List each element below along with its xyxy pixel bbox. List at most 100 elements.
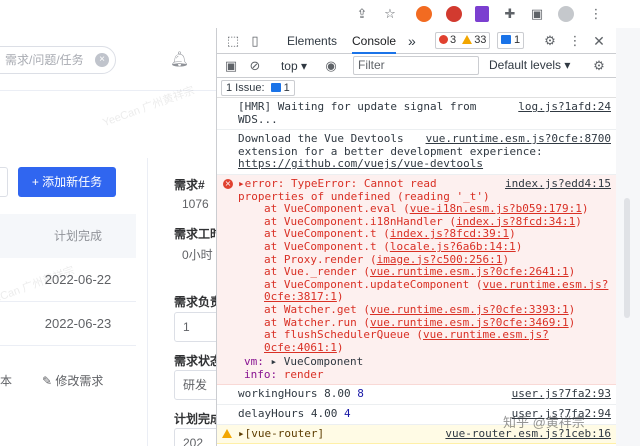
- log-message: log.js?1afd:24 [HMR] Waiting for update …: [217, 98, 616, 131]
- source-link[interactable]: user.js?7fa2:93: [512, 388, 611, 401]
- filter-placeholder: Filter: [358, 58, 385, 72]
- console-toolbar: ▣ ⊘ top ▾ ◉ Filter Default levels ▾ ⚙: [217, 54, 616, 78]
- issue-icon: [501, 35, 511, 44]
- filter-input[interactable]: Filter: [353, 56, 479, 75]
- bottom-left-text: 本: [0, 374, 13, 388]
- log-message: vue.runtime.esm.js?0cfe:8700 Download th…: [217, 130, 616, 175]
- sidebar-toggle-icon[interactable]: ▣: [223, 58, 239, 74]
- source-link[interactable]: log.js?1afd:24: [518, 100, 611, 114]
- stack-frame-fn: at Proxy.render: [264, 252, 364, 266]
- warning-icon: [462, 35, 473, 44]
- issues-link[interactable]: 1 Issue: 1: [221, 80, 295, 96]
- error-icon: [439, 35, 448, 44]
- extension-purple-icon[interactable]: [472, 4, 492, 24]
- context-selector[interactable]: top ▾: [277, 58, 311, 74]
- status-select[interactable]: 研发: [174, 370, 216, 400]
- stack-frame-fn: at Vue._render: [264, 265, 357, 279]
- log-number: 4: [343, 407, 351, 421]
- levels-dropdown[interactable]: Default levels ▾: [489, 58, 570, 72]
- stack-frame-link[interactable]: vue.runtime.esm.js?0cfe:3393:1: [370, 303, 569, 316]
- stack-frame-link[interactable]: vue-i18n.esm.js?b059:179:1: [410, 202, 582, 215]
- issue-icon: [270, 83, 281, 92]
- extension-red-icon[interactable]: [444, 4, 464, 24]
- browser-toolbar: ⇪ ☆ ✚ ▣ ⋮: [0, 0, 640, 28]
- clear-icon[interactable]: ×: [95, 53, 109, 67]
- table-row[interactable]: 2022-06-23: [0, 302, 136, 346]
- stack-frame-link[interactable]: vue.runtime.esm.js?0cfe:3469:1: [370, 316, 569, 329]
- field-label: 需求工时: [174, 227, 216, 241]
- clear-console-icon[interactable]: ⊘: [247, 58, 263, 74]
- tab-console[interactable]: Console: [352, 28, 397, 54]
- edit-requirement-button[interactable]: ✎ 修改需求: [42, 372, 103, 389]
- web-app: 需求/问题/任务 × 🔔︎ YeeCan 广州黄祥宗 YeeCan 广州黄祥宗 …: [0, 28, 216, 446]
- field-label: 需求负责: [174, 295, 216, 309]
- devtools-panel: ⬚ ▯ Elements Console » 3 33 1 ⚙ ⋮ ✕ ▣ ⊘ …: [216, 28, 616, 446]
- edit-requirement-label: 修改需求: [55, 374, 104, 388]
- console-settings-icon[interactable]: ⚙: [591, 58, 607, 74]
- log-text: workingHours 8.00: [238, 387, 351, 401]
- field-label: 需求#: [174, 178, 205, 192]
- scrollbar-thumb[interactable]: [624, 198, 630, 318]
- error-count: 3: [450, 34, 457, 46]
- log-text: delayHours 4.00: [238, 407, 338, 421]
- source-link[interactable]: index.js?edd4:15: [505, 177, 611, 191]
- more-tabs-icon[interactable]: »: [408, 28, 416, 54]
- stack-frame-fn: at flushSchedulerQueue: [264, 328, 410, 342]
- sidepanel-icon[interactable]: ▣: [527, 4, 547, 24]
- issues-badge[interactable]: 1: [497, 32, 525, 49]
- error-head[interactable]: ▸error: TypeError: Cannot read propertie…: [238, 177, 490, 203]
- page-scrollbar[interactable]: [616, 28, 640, 446]
- column-divider: [147, 158, 148, 446]
- log-number: 8: [357, 387, 364, 401]
- field-value: 1076: [182, 197, 209, 211]
- field-label: 需求状态: [174, 354, 216, 368]
- stack-frame: at flushSchedulerQueue (vue.runtime.esm.…: [264, 328, 549, 354]
- add-task-button[interactable]: + 添加新任务: [18, 167, 116, 197]
- tab-elements[interactable]: Elements: [287, 28, 337, 54]
- log-text: [HMR] Waiting for update signal from WDS…: [238, 100, 477, 126]
- warning-text[interactable]: ▸[vue-router]: [238, 427, 324, 440]
- star-icon[interactable]: ☆: [380, 4, 400, 24]
- search-placeholder: 需求/问题/任务: [5, 53, 84, 67]
- close-icon[interactable]: ✕: [591, 33, 607, 49]
- plan-date-input[interactable]: 202: [174, 428, 216, 446]
- stack-frame-fn: at Watcher.run: [264, 315, 357, 329]
- edit-icon: ✎: [42, 374, 53, 388]
- extension-orange-icon[interactable]: [414, 4, 434, 24]
- stack-frame-fn: at Watcher.get: [264, 302, 357, 316]
- menu-icon[interactable]: ⋮: [586, 4, 606, 24]
- vm-key: vm:: [244, 355, 264, 369]
- device-toggle-icon[interactable]: ▯: [247, 33, 263, 49]
- stack-frame-link[interactable]: index.js?8fcd:39:1: [390, 227, 509, 241]
- stack-frame-fn: at VueComponent.i18nHandler: [264, 214, 443, 228]
- share-icon[interactable]: ⇪: [352, 4, 372, 24]
- profile-icon[interactable]: [556, 4, 576, 24]
- stack-frame-fn: at VueComponent.eval: [264, 202, 397, 216]
- filter-select[interactable]: [0, 167, 8, 197]
- error-warning-badge[interactable]: 3 33: [435, 32, 491, 49]
- issues-chip-count: 1: [283, 82, 290, 94]
- kebab-menu-icon[interactable]: ⋮: [567, 33, 583, 49]
- stack-frame-link[interactable]: vue.runtime.esm.js?0cfe:2641:1: [370, 265, 569, 278]
- stack-frame: at VueComponent.updateComponent (vue.run…: [264, 277, 609, 304]
- plan-complete-header: 计划完成: [0, 214, 136, 258]
- search-input[interactable]: 需求/问题/任务 ×: [0, 46, 116, 74]
- puzzle-icon[interactable]: ✚: [500, 4, 520, 24]
- eye-icon[interactable]: ◉: [323, 58, 339, 74]
- inspect-icon[interactable]: ⬚: [225, 33, 241, 49]
- devtools-link[interactable]: https://github.com/vuejs/vue-devtools: [238, 157, 483, 171]
- bell-icon[interactable]: 🔔︎: [170, 50, 189, 68]
- stack-frame-link[interactable]: locale.js?6a6b:14:1: [390, 240, 516, 253]
- owner-select[interactable]: 1: [174, 312, 216, 342]
- issues-bar: 1 Issue: 1: [217, 78, 616, 98]
- stack-frame-link[interactable]: image.js?c500:256:1: [377, 253, 503, 266]
- log-message: user.js?7fa2:93 workingHours 8.00 8: [217, 385, 616, 406]
- issues-count: 1: [514, 34, 521, 46]
- context-label: top: [280, 59, 298, 73]
- table-row[interactable]: 2022-06-22: [0, 258, 136, 302]
- vm-value[interactable]: ▸ VueComponent: [271, 355, 364, 368]
- warning-icon: [222, 428, 232, 438]
- settings-gear-icon[interactable]: ⚙: [542, 33, 558, 49]
- stack-frame-link[interactable]: index.js?8fcd:34:1: [456, 215, 575, 228]
- info-value: render: [283, 367, 324, 381]
